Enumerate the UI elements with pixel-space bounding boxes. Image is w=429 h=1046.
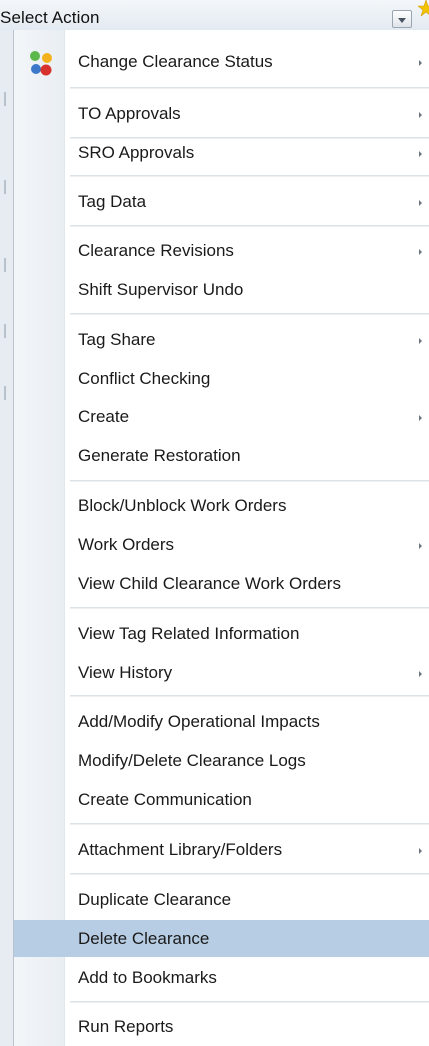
submenu-arrow-icon	[419, 151, 422, 157]
menu-item-label: Shift Supervisor Undo	[78, 280, 244, 299]
menu-item[interactable]: Clearance Revisions	[14, 232, 429, 269]
divider	[4, 258, 6, 272]
menu-item[interactable]: Duplicate Clearance	[14, 881, 429, 918]
menu-item-label: Run Reports	[78, 1017, 174, 1036]
submenu-arrow-icon	[419, 671, 422, 677]
menu-item[interactable]: Change Clearance Status	[14, 43, 429, 80]
menu-item-label: Clearance Revisions	[78, 241, 234, 260]
menu-item[interactable]: Create Communication	[14, 781, 429, 818]
menu-item[interactable]: View Tag Related Information	[14, 615, 429, 652]
menu-item[interactable]: Tag Data	[14, 183, 429, 220]
menu-item-label: Generate Restoration	[78, 446, 241, 465]
menu-item-label: Conflict Checking	[78, 369, 211, 388]
menu-item-label: Add to Bookmarks	[78, 968, 217, 987]
submenu-arrow-icon	[419, 112, 422, 118]
menu-item-label: Delete Clearance	[78, 929, 210, 948]
menu-item-label: SRO Approvals	[78, 143, 195, 162]
menu-separator	[70, 823, 429, 825]
menu-item-label: View History	[78, 663, 173, 682]
submenu-arrow-icon	[419, 200, 422, 206]
menu-item-label: Attachment Library/Folders	[78, 840, 283, 859]
submenu-arrow-icon	[419, 60, 422, 66]
menu-item[interactable]: Work Orders	[14, 526, 429, 563]
submenu-arrow-icon	[419, 338, 422, 344]
menu-item[interactable]: Attachment Library/Folders	[14, 831, 429, 868]
menu-item-label: Duplicate Clearance	[78, 890, 232, 909]
menu-separator	[70, 87, 429, 89]
menu-item[interactable]: Add to Bookmarks	[14, 959, 429, 996]
select-action-menu: Change Clearance Status TO Approvals SRO A…	[13, 30, 429, 1046]
menu-item-label: Add/Modify Operational Impacts	[78, 712, 320, 731]
menu-item-label: Work Orders	[78, 535, 175, 554]
background-panel-edge	[0, 30, 13, 1046]
menu-item[interactable]: Tag Share	[14, 321, 429, 358]
menu-item-label: Block/Unblock Work Orders	[78, 496, 287, 515]
menu-item[interactable]: View Child Clearance Work Orders	[14, 565, 429, 602]
star-icon[interactable]	[418, 0, 429, 16]
menu-item[interactable]: Generate Restoration	[14, 437, 429, 474]
menu-item-label: Create Communication	[78, 790, 252, 809]
chevron-down-icon	[398, 18, 406, 23]
menu-separator	[70, 313, 429, 315]
menu-item[interactable]: Add/Modify Operational Impacts	[14, 703, 429, 740]
menu-item[interactable]: Run Reports	[14, 1008, 429, 1045]
menu-separator	[70, 1001, 429, 1003]
menu-item-label: View Tag Related Information	[78, 624, 300, 643]
menu-item[interactable]: Create	[14, 398, 429, 435]
divider	[4, 180, 6, 194]
menu-separator	[70, 175, 429, 177]
menu-item[interactable]: Conflict Checking	[14, 360, 429, 397]
menu-separator	[70, 480, 429, 482]
select-action-label[interactable]: Select Action	[0, 8, 100, 28]
menu-item[interactable]: TO Approvals	[14, 95, 429, 132]
submenu-arrow-icon	[419, 543, 422, 549]
menu-item-label: TO Approvals	[78, 104, 181, 123]
select-action-dropdown-button[interactable]	[392, 10, 412, 28]
menu-item-label: Tag Share	[78, 330, 156, 349]
divider	[4, 92, 6, 106]
menu-item[interactable]: SRO Approvals	[14, 134, 429, 171]
divider	[4, 324, 6, 338]
menu-item[interactable]: Modify/Delete Clearance Logs	[14, 742, 429, 779]
divider	[4, 386, 6, 400]
menu-item[interactable]: Block/Unblock Work Orders	[14, 487, 429, 524]
submenu-arrow-icon	[419, 848, 422, 854]
menu-separator	[70, 873, 429, 875]
submenu-arrow-icon	[419, 249, 422, 255]
menu-separator	[70, 695, 429, 697]
menu-item-label: Modify/Delete Clearance Logs	[78, 751, 306, 770]
menu-item-label: Tag Data	[78, 192, 147, 211]
menu-item-label: View Child Clearance Work Orders	[78, 574, 341, 593]
menu-separator	[70, 225, 429, 227]
menu-item[interactable]: Shift Supervisor Undo	[14, 271, 429, 308]
menu-separator	[70, 607, 429, 609]
menu-item[interactable]: Delete Clearance	[14, 920, 429, 957]
menu-item-label: Change Clearance Status	[78, 52, 273, 71]
menu-item[interactable]: View History	[14, 654, 429, 691]
menu-item-label: Create	[78, 407, 130, 426]
submenu-arrow-icon	[419, 415, 422, 421]
